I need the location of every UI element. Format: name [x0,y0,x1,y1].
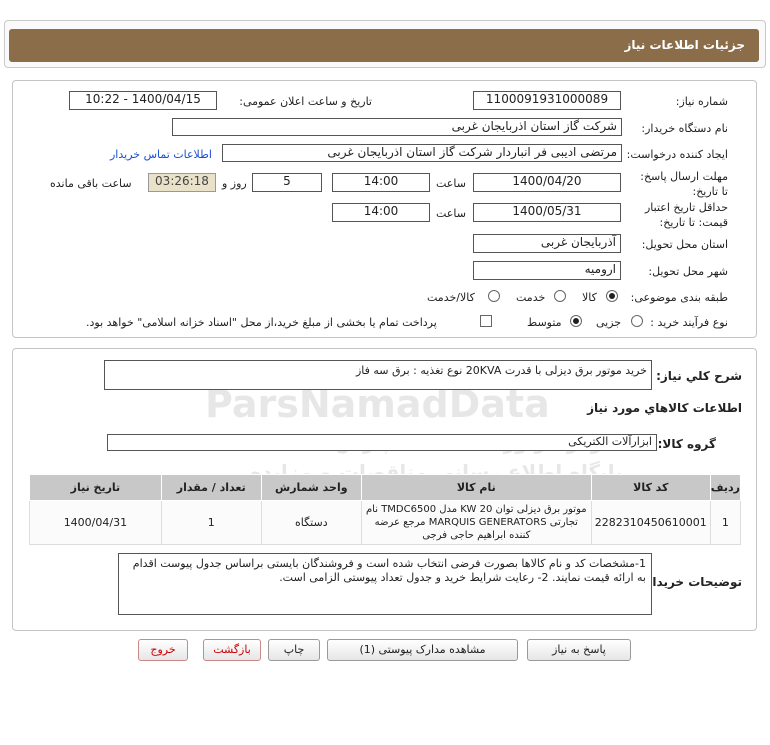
category-radio-goods-service[interactable] [488,290,500,302]
province-field[interactable]: آذربایجان غربی [473,234,621,253]
validity-label: حداقل تاریخ اعتبار قیمت: تا تاریخ: [644,201,728,229]
col-date: تاریخ نیاز [29,474,162,501]
buyer-notes-label: توضیحات خریدار: [640,575,742,589]
reply-time-field[interactable]: 14:00 [332,173,430,192]
cell-code: 2282310450610001 [590,500,711,545]
cell-qty: 1 [160,500,262,545]
cell-date: 1400/04/31 [29,500,162,545]
exit-button[interactable]: خروج [138,639,188,661]
process-radio-medium[interactable] [570,315,582,327]
remaining-time-field: 03:26:18 [148,173,216,192]
cell-unit: دستگاه [260,500,362,545]
items-table: ردیف کد کالا نام کالا واحد شمارش تعداد /… [29,474,742,545]
col-qty: تعداد / مقدار [160,474,262,501]
goods-group-field[interactable]: ابزارآلات الکتریکی [107,434,657,451]
treasury-payment-checkbox[interactable] [480,315,492,327]
goods-group-label: گروه کالا: [657,437,716,451]
announce-field[interactable]: 1400/04/15 - 10:22 [69,91,217,110]
buyer-notes-field[interactable]: 1-مشخصات کد و نام کالاها بصورت فرضی انتخ… [118,553,652,615]
category-option-goods-service: کالا/خدمت [427,291,475,304]
treasury-payment-note: پرداخت تمام یا بخشی از مبلغ خرید،از محل … [86,316,437,329]
page-header: جزئیات اطلاعات نیاز [9,29,759,62]
province-label: استان محل تحویل: [641,238,728,251]
buyer-org-field[interactable]: شرکت گاز استان اذربایجان غربی [172,118,622,136]
validity-time-field[interactable]: 14:00 [332,203,430,222]
requester-label: ایجاد کننده درخواست: [626,148,728,161]
print-button[interactable]: چاپ [268,639,320,661]
announce-label: تاریخ و ساعت اعلان عمومی: [239,95,372,108]
process-option-medium: متوسط [527,316,562,329]
col-name: نام کالا [360,474,592,501]
col-index: ردیف [709,474,742,501]
col-unit: واحد شمارش [260,474,362,501]
category-radio-goods[interactable] [606,290,618,302]
buyer-contact-link[interactable]: اطلاعات تماس خریدار [110,148,212,161]
goods-section-title: اطلاعات کالاهاي مورد نياز [587,401,742,415]
back-button[interactable]: بازگشت [203,639,261,661]
items-table-wrap: ردیف کد کالا نام کالا واحد شمارش تعداد /… [29,474,742,545]
city-field[interactable]: ارومیه [473,261,621,280]
need-number-field[interactable]: 1100091931000089 [473,91,621,110]
table-row[interactable]: 1 2282310450610001 موتور برق دیزلی توان … [29,500,742,545]
view-attachments-button[interactable]: مشاهده مدارک پیوستی (1) [327,639,518,661]
category-option-service: خدمت [516,291,546,304]
cell-name: موتور برق دیزلی توان 20 KW مدل TMDC6500 … [360,500,592,545]
process-option-minor: جزیی [596,316,622,329]
days-field[interactable]: 5 [252,173,322,192]
col-code: کد کالا [590,474,711,501]
reply-deadline-label: مهلت ارسال پاسخ: تا تاریخ: [640,170,728,198]
validity-date-field[interactable]: 1400/05/31 [473,203,621,222]
days-label: روز و [222,177,247,190]
summary-field[interactable]: خرید موتور برق دیزلی با قدرت 20KVA نوع ت… [104,360,652,390]
need-number-label: شماره نیاز: [675,95,728,108]
reply-time-label: ساعت [436,177,466,190]
buyer-org-label: نام دستگاه خریدار: [641,122,728,135]
requester-field[interactable]: مرتضی ادیبی فر انباردار شرکت گاز استان ا… [222,144,622,162]
city-label: شهر محل تحویل: [648,265,728,278]
validity-time-label: ساعت [436,207,466,220]
remaining-label: ساعت باقی مانده [50,177,132,190]
table-header-row: ردیف کد کالا نام کالا واحد شمارش تعداد /… [29,474,742,501]
reply-button[interactable]: پاسخ به نیاز [527,639,631,661]
page-title: جزئیات اطلاعات نیاز [624,38,745,52]
category-label: طبقه بندی موضوعی: [630,291,728,304]
cell-index: 1 [709,500,742,545]
category-radio-service[interactable] [554,290,566,302]
category-option-goods: کالا [582,291,597,304]
summary-label: شرح کلي نياز: [656,369,742,383]
reply-date-field[interactable]: 1400/04/20 [473,173,621,192]
process-radio-minor[interactable] [631,315,643,327]
process-label: نوع فرآیند خرید : [650,316,728,329]
